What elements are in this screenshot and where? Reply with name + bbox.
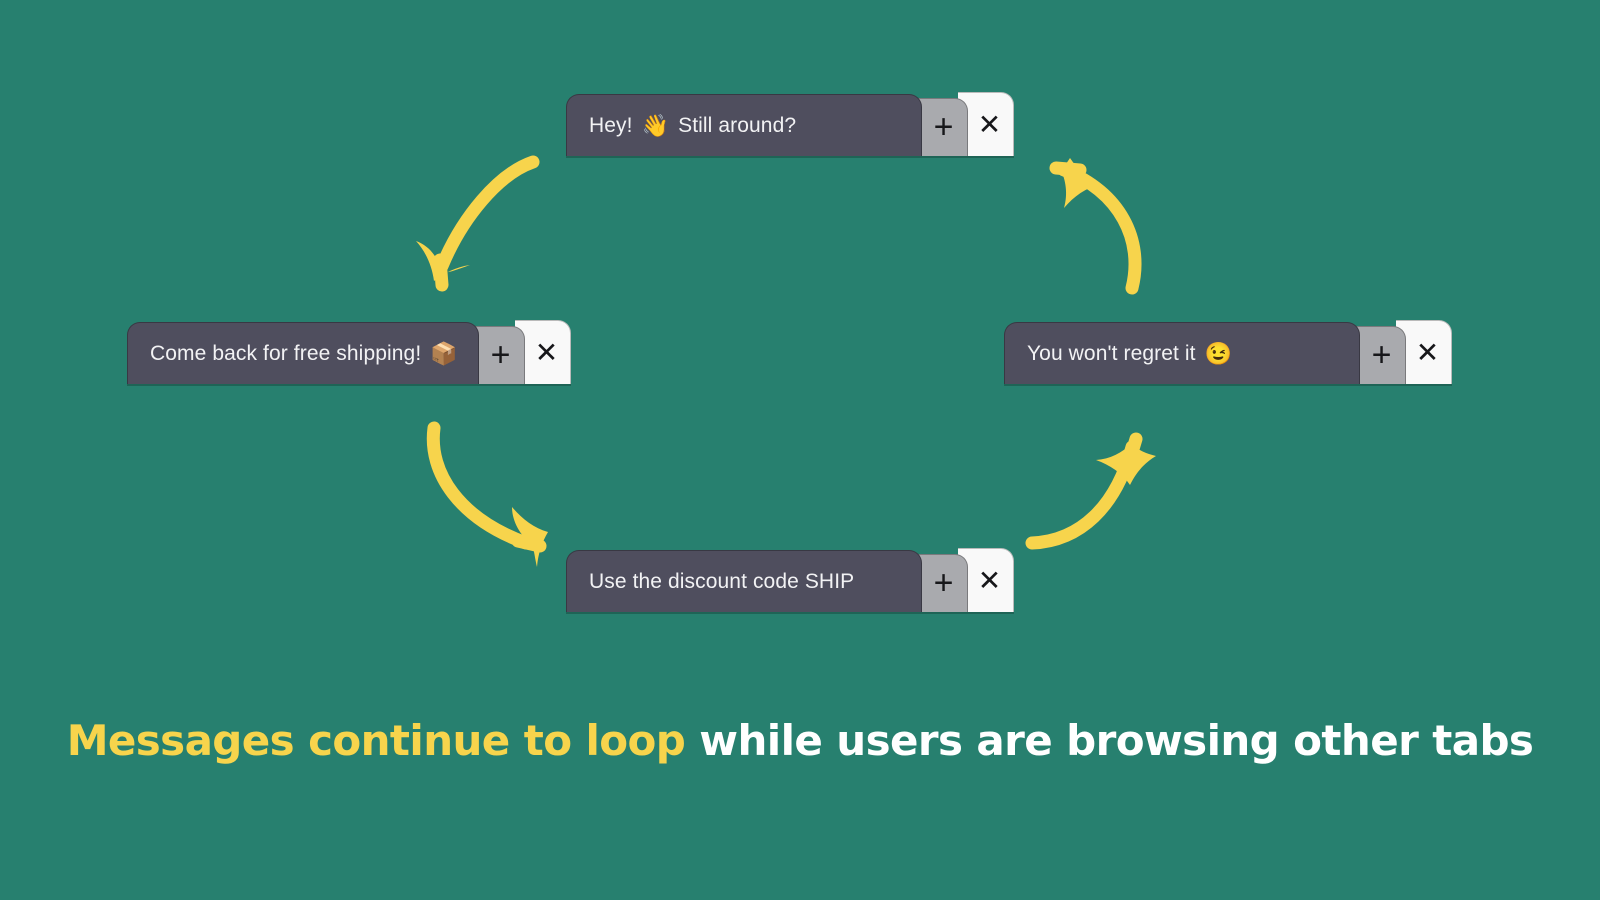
tab-right-message[interactable]: You won't regret it 😉 bbox=[1004, 322, 1360, 384]
close-icon: ✕ bbox=[977, 564, 1002, 596]
caption-highlight: Messages continue to loop bbox=[66, 716, 686, 765]
tab-left-message[interactable]: Come back for free shipping! 📦 bbox=[127, 322, 479, 384]
tab-top-label: Hey! 👋 Still around? bbox=[589, 112, 797, 138]
tab-right-text: You won't regret it bbox=[1027, 342, 1196, 365]
tab-bottom-message[interactable]: Use the discount code SHIP bbox=[566, 550, 922, 612]
arrow-top-right bbox=[1049, 158, 1142, 295]
close-icon: ✕ bbox=[977, 108, 1002, 140]
tab-top-text: Hey! bbox=[589, 114, 633, 137]
tab-top-text-after: Still around? bbox=[678, 114, 797, 137]
browser-tab-group-bottom: Use the discount code SHIP + ✕ bbox=[566, 548, 1014, 612]
winking-face-icon: 😉 bbox=[1204, 340, 1233, 366]
browser-tab-group-right: You won't regret it 😉 + ✕ bbox=[1004, 320, 1452, 384]
arrow-bottom-right bbox=[1025, 432, 1156, 550]
caption: Messages continue to loop while users ar… bbox=[0, 712, 1600, 770]
tab-right-label: You won't regret it 😉 bbox=[1027, 340, 1241, 366]
close-icon: ✕ bbox=[534, 336, 559, 368]
caption-rest: while users are browsing other tabs bbox=[685, 716, 1534, 765]
package-icon: 📦 bbox=[430, 340, 458, 366]
tab-top-message[interactable]: Hey! 👋 Still around? bbox=[566, 94, 922, 156]
tab-left-text: Come back for free shipping! bbox=[150, 342, 422, 365]
tab-left-label: Come back for free shipping! 📦 bbox=[150, 340, 467, 366]
tab-bottom-text: Use the discount code SHIP bbox=[589, 570, 855, 593]
waving-hand-icon: 👋 bbox=[641, 112, 670, 138]
plus-icon: + bbox=[933, 107, 954, 146]
close-icon: ✕ bbox=[1415, 336, 1440, 368]
arrow-top-left bbox=[416, 155, 540, 292]
browser-tab-group-top: Hey! 👋 Still around? + ✕ bbox=[566, 92, 1014, 156]
arrow-bottom-left bbox=[426, 421, 548, 567]
tab-bottom-label: Use the discount code SHIP bbox=[589, 571, 854, 592]
infographic-canvas: Hey! 👋 Still around? + ✕ Come back for f… bbox=[0, 0, 1600, 900]
plus-icon: + bbox=[490, 335, 511, 374]
plus-icon: + bbox=[933, 563, 954, 602]
browser-tab-group-left: Come back for free shipping! 📦 + ✕ bbox=[127, 320, 571, 384]
plus-icon: + bbox=[1371, 335, 1392, 374]
